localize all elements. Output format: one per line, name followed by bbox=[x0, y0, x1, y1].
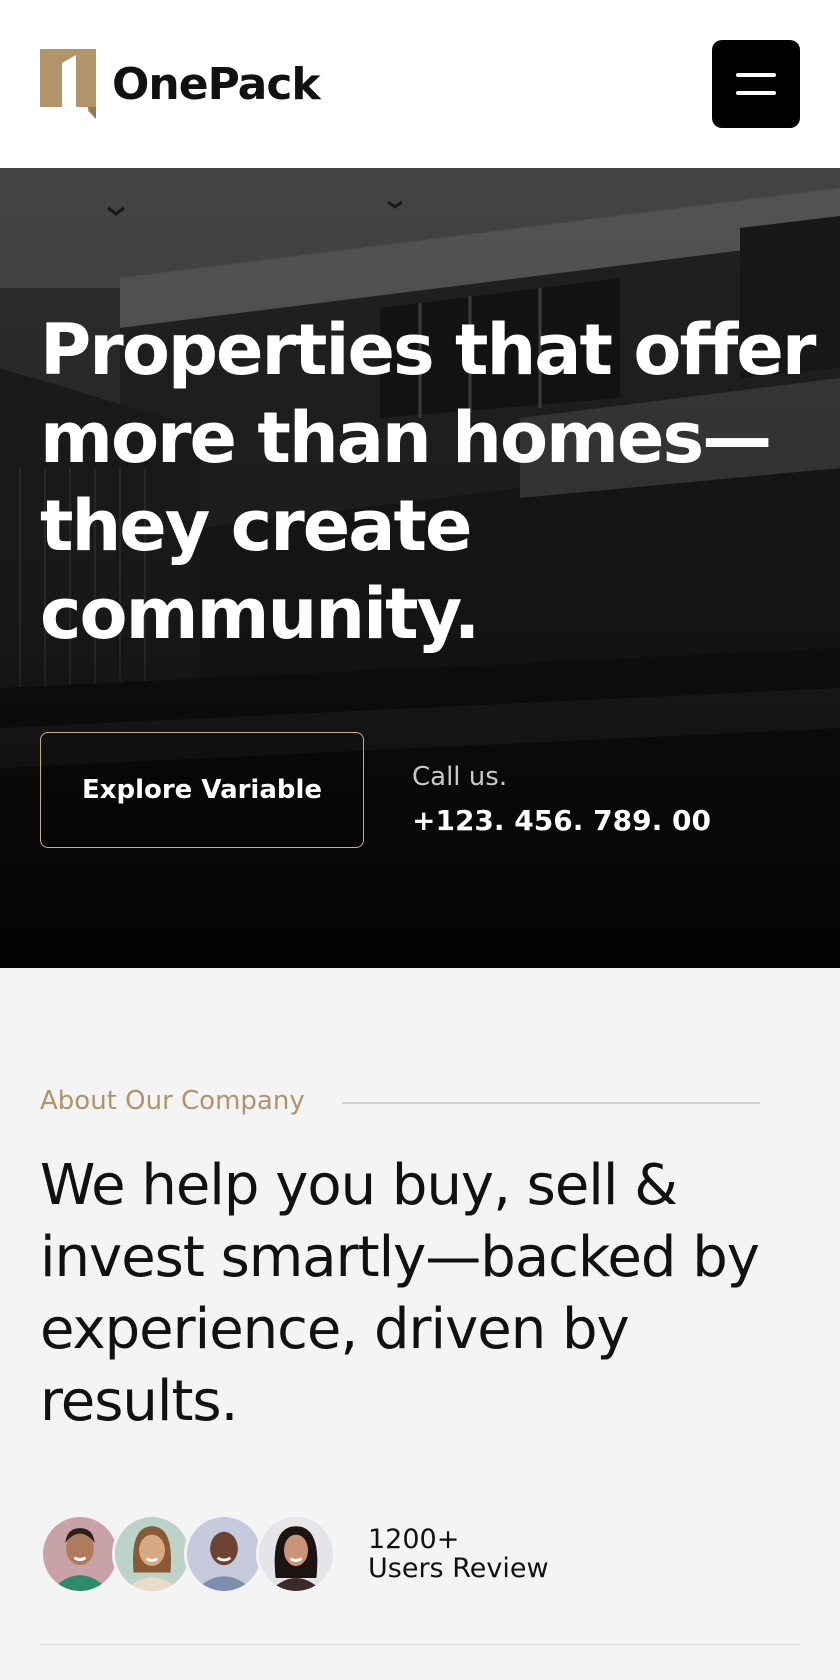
reviews-summary: 1200+ Users Review bbox=[368, 1525, 549, 1583]
about-section: About Our Company We help you buy, sell … bbox=[0, 968, 840, 1680]
review-count: 1200+ bbox=[368, 1524, 460, 1555]
call-us-block: Call us. +123. 456. 789. 00 bbox=[412, 762, 711, 837]
phone-number-link[interactable]: +123. 456. 789. 00 bbox=[412, 804, 711, 837]
hamburger-menu-icon-bar bbox=[736, 91, 776, 95]
explore-variable-button[interactable]: Explore Variable bbox=[40, 732, 364, 848]
avatar bbox=[184, 1514, 264, 1594]
about-eyebrow-row: About Our Company bbox=[40, 1086, 800, 1116]
eyebrow-divider bbox=[342, 1102, 760, 1104]
about-eyebrow: About Our Company bbox=[40, 1086, 305, 1116]
hero-section: Properties that offer more than homes—th… bbox=[0, 168, 840, 968]
brand-name: OnePack bbox=[112, 58, 321, 110]
avatar bbox=[256, 1514, 336, 1594]
section-divider bbox=[40, 1644, 800, 1645]
menu-button[interactable] bbox=[712, 40, 800, 128]
avatar bbox=[112, 1514, 192, 1594]
brand-logo[interactable]: OnePack bbox=[40, 49, 321, 119]
review-label: Users Review bbox=[368, 1553, 549, 1584]
hero-title: Properties that offer more than homes—th… bbox=[40, 309, 816, 655]
avatar-group bbox=[40, 1514, 336, 1594]
site-header: OnePack bbox=[0, 0, 840, 168]
about-title: We help you buy, sell & invest smartly—b… bbox=[40, 1153, 760, 1434]
avatar bbox=[40, 1514, 120, 1594]
hamburger-menu-icon bbox=[736, 73, 776, 77]
onepack-logo-icon bbox=[40, 49, 96, 119]
user-reviews: 1200+ Users Review bbox=[40, 1514, 549, 1594]
call-us-label: Call us. bbox=[412, 762, 508, 792]
